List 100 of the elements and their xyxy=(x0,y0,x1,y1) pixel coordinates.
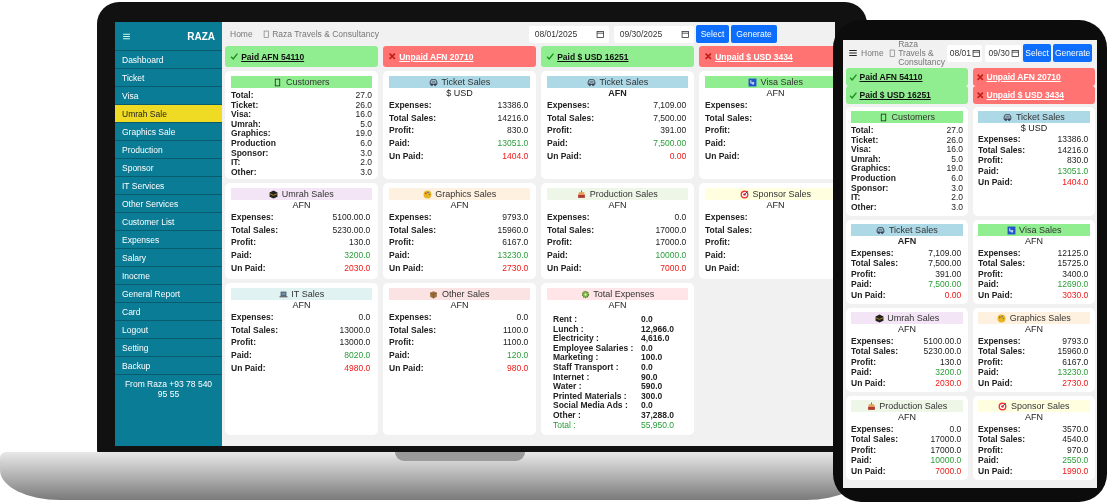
count-label: Graphics: xyxy=(851,164,891,174)
row-label: Total Sales: xyxy=(547,224,595,235)
expense-label: Other : xyxy=(553,410,582,421)
car-icon xyxy=(1003,112,1013,122)
status-link[interactable]: Paid AFN 54110 xyxy=(241,51,305,62)
row-value: 1100.0 xyxy=(502,324,530,335)
sidebar-item[interactable]: General Report xyxy=(115,284,222,302)
row-label: Profit: xyxy=(547,237,573,248)
square-icon xyxy=(887,48,897,58)
card-title: Production Sales xyxy=(589,189,658,199)
row-label: Paid: xyxy=(547,250,568,261)
select-button[interactable]: Select xyxy=(1023,44,1051,62)
row-value: 391.00 xyxy=(935,268,963,279)
row-value: 7000.0 xyxy=(935,465,963,476)
card-title: Ticket Sales xyxy=(441,77,491,87)
row-label: Paid: xyxy=(389,250,410,261)
count-value: 16.0 xyxy=(946,145,963,155)
sidebar-item[interactable]: Card xyxy=(115,302,222,320)
expense-label: Water : xyxy=(553,382,583,392)
currency-label: AFN xyxy=(1024,236,1044,248)
row-label: Paid: xyxy=(978,166,999,177)
sidebar-item[interactable]: Expenses xyxy=(115,230,222,248)
row-label: Total Sales: xyxy=(231,324,279,335)
row-label: Expenses: xyxy=(389,212,432,223)
date-field[interactable]: 09/30/2025 xyxy=(613,25,694,43)
sidebar-item[interactable]: Backup xyxy=(115,356,222,374)
row-label: Un Paid: xyxy=(978,290,1013,300)
sidebar-item[interactable]: Dashboard xyxy=(115,50,222,68)
row-label: Paid: xyxy=(978,455,999,466)
row-label: Un Paid: xyxy=(547,150,582,161)
status-link[interactable]: Paid AFN 54110 xyxy=(859,72,923,82)
sidebar-item[interactable]: IT Services xyxy=(115,176,222,194)
sidebar-item[interactable]: Salary xyxy=(115,248,222,266)
count-label: Sponsor: xyxy=(231,148,269,159)
row-label: Un Paid: xyxy=(978,465,1013,476)
status-link[interactable]: Paid $ USD 16251 xyxy=(859,90,931,100)
row-label: Profit: xyxy=(851,356,877,367)
sidebar-item[interactable]: Inocme xyxy=(115,266,222,284)
count-label: Other: xyxy=(851,202,877,213)
sidebar-item[interactable]: Graphics Sale xyxy=(115,122,222,140)
breadcrumb-link[interactable]: Raza Travels & Consultancy xyxy=(898,40,945,67)
row-label: Expenses: xyxy=(705,100,748,111)
status-link[interactable]: Unpaid AFN 20710 xyxy=(986,72,1061,82)
count-label: Total: xyxy=(231,91,254,101)
sidebar-item[interactable]: Setting xyxy=(115,338,222,356)
card-title: Total Expenses xyxy=(593,289,655,299)
status-link[interactable]: Paid $ USD 16251 xyxy=(557,51,629,62)
count-value: 6.0 xyxy=(360,138,372,149)
car-icon xyxy=(586,77,596,87)
count-label: Production xyxy=(231,138,276,149)
breadcrumb-link[interactable]: Raza Travels & Consultancy xyxy=(272,29,379,39)
row-value: 7,109.00 xyxy=(928,247,963,258)
expense-label: Employee Salaries : xyxy=(553,343,635,354)
generate-button[interactable]: Generate xyxy=(731,25,777,43)
square-icon xyxy=(261,29,271,39)
card-title: Ticket Sales xyxy=(599,77,649,87)
card-title: Graphics Sales xyxy=(435,189,497,199)
row-value: 970.0 xyxy=(1067,444,1090,455)
row-value: 5100.00.0 xyxy=(923,335,963,346)
row-value: 17000.0 xyxy=(930,434,963,445)
row-value: 3200.0 xyxy=(344,250,372,261)
row-label: Un Paid: xyxy=(705,262,740,273)
row-label: Un Paid: xyxy=(851,290,886,300)
row-label: Paid: xyxy=(547,138,568,149)
date-field[interactable]: 08/01/2025 xyxy=(528,25,609,43)
row-label: Total Sales: xyxy=(389,324,437,335)
status-link[interactable]: Unpaid $ USD 3434 xyxy=(715,51,793,62)
currency-label: AFN xyxy=(1024,324,1044,336)
row-value: 1404.0 xyxy=(502,150,530,161)
date-field[interactable]: 08/01 xyxy=(946,44,983,62)
row-value: 1404.0 xyxy=(1062,176,1090,187)
sidebar-item[interactable]: Logout xyxy=(115,320,222,338)
home-link[interactable]: Home xyxy=(861,48,884,58)
row-value: 391.00 xyxy=(660,125,688,136)
sidebar-item[interactable]: Production xyxy=(115,140,222,158)
count-value: 3.0 xyxy=(951,183,963,194)
date-field[interactable]: 09/30 xyxy=(985,44,1022,62)
home-link[interactable]: Home xyxy=(230,29,253,39)
row-value: 7,500.00 xyxy=(928,258,963,269)
sidebar-item[interactable]: Umrah Sale xyxy=(115,104,222,122)
row-value: 10000.0 xyxy=(930,455,963,466)
sidebar-item[interactable]: Sponsor xyxy=(115,158,222,176)
row-value: 3200.0 xyxy=(935,367,963,378)
row-label: Paid: xyxy=(705,138,726,149)
sidebar-item[interactable]: Ticket xyxy=(115,68,222,86)
generate-button[interactable]: Generate xyxy=(1052,44,1093,62)
count-value: 5.0 xyxy=(951,154,963,165)
sidebar-item[interactable]: Other Services xyxy=(115,194,222,212)
status-link[interactable]: Unpaid $ USD 3434 xyxy=(986,90,1064,100)
sidebar-item[interactable]: Customer List xyxy=(115,212,222,230)
row-value: 13386.0 xyxy=(1057,134,1090,145)
calendar-icon xyxy=(681,29,690,39)
status-link[interactable]: Unpaid AFN 20710 xyxy=(399,51,474,62)
row-value: 0.0 xyxy=(516,312,530,323)
row-label: Un Paid: xyxy=(547,262,582,273)
row-label: Total Sales: xyxy=(547,112,595,123)
card-title: Umrah Sales xyxy=(281,189,334,199)
row-label: Un Paid: xyxy=(851,378,886,388)
select-button[interactable]: Select xyxy=(695,25,730,43)
count-label: Visa: xyxy=(851,145,872,155)
